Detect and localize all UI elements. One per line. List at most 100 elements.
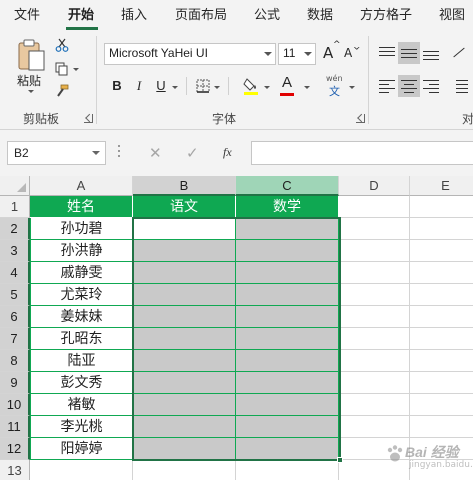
cell-empty[interactable] xyxy=(410,394,473,416)
column-header-e[interactable]: E xyxy=(410,176,473,196)
score-cell[interactable] xyxy=(133,262,236,284)
drag-handle-icon[interactable] xyxy=(118,145,120,161)
score-cell[interactable] xyxy=(236,394,339,416)
column-header-c[interactable]: C xyxy=(236,176,339,196)
score-cell[interactable] xyxy=(133,306,236,328)
shrink-font-button[interactable]: A xyxy=(344,46,352,60)
cell-empty[interactable] xyxy=(410,306,473,328)
row-header-10[interactable]: 10 xyxy=(0,394,30,416)
orientation-button[interactable] xyxy=(448,42,470,64)
cancel-icon[interactable]: ✕ xyxy=(149,144,162,162)
tab-page-layout[interactable]: 页面布局 xyxy=(175,5,227,27)
fill-color-dropdown-icon[interactable] xyxy=(264,86,270,89)
bold-button[interactable]: B xyxy=(106,75,128,97)
italic-button[interactable]: I xyxy=(128,75,150,97)
enter-icon[interactable]: ✓ xyxy=(186,144,199,162)
row-header-7[interactable]: 7 xyxy=(0,328,30,350)
row-header-2[interactable]: 2 xyxy=(0,218,30,240)
underline-button[interactable]: U xyxy=(150,75,172,97)
tab-view[interactable]: 视图 xyxy=(439,5,465,27)
paste-icon[interactable] xyxy=(16,38,48,72)
name-cell[interactable]: 戚静雯 xyxy=(30,262,133,284)
row-header-11[interactable]: 11 xyxy=(0,416,30,438)
decrease-indent-button[interactable] xyxy=(448,75,470,97)
tab-formulas[interactable]: 公式 xyxy=(254,5,280,27)
cell-empty[interactable] xyxy=(410,372,473,394)
chevron-down-icon[interactable] xyxy=(92,151,100,155)
name-box[interactable]: B2 xyxy=(7,141,106,165)
score-cell[interactable] xyxy=(236,350,339,372)
score-cell[interactable] xyxy=(133,416,236,438)
align-right-button[interactable] xyxy=(420,75,442,97)
score-cell[interactable] xyxy=(133,350,236,372)
cell-empty[interactable] xyxy=(339,218,410,240)
score-cell[interactable] xyxy=(133,372,236,394)
borders-icon[interactable] xyxy=(196,79,210,93)
align-left-button[interactable] xyxy=(376,75,398,97)
row-header-13[interactable]: 13 xyxy=(0,460,30,480)
name-cell[interactable]: 孙洪静 xyxy=(30,240,133,262)
column-header-a[interactable]: A xyxy=(30,176,133,196)
header-cell-math[interactable]: 数学 xyxy=(236,196,339,218)
fill-handle[interactable] xyxy=(337,457,343,463)
score-cell[interactable] xyxy=(236,306,339,328)
row-header-12[interactable]: 12 xyxy=(0,438,30,460)
row-header-1[interactable]: 1 xyxy=(0,196,30,218)
align-top-button[interactable] xyxy=(376,42,398,64)
cell-empty[interactable] xyxy=(236,460,339,480)
row-header-8[interactable]: 8 xyxy=(0,350,30,372)
cell-empty[interactable] xyxy=(339,306,410,328)
font-size-dropdown[interactable]: 11 xyxy=(278,43,316,65)
cell-empty[interactable] xyxy=(30,460,133,480)
align-middle-button[interactable] xyxy=(398,42,420,64)
cell-empty[interactable] xyxy=(339,262,410,284)
header-cell-name[interactable]: 姓名 xyxy=(30,196,133,218)
underline-dropdown-icon[interactable] xyxy=(172,86,178,89)
font-color-dropdown-icon[interactable] xyxy=(304,86,310,89)
cell-empty[interactable] xyxy=(410,196,473,218)
cell-empty[interactable] xyxy=(339,372,410,394)
worksheet-grid[interactable]: A B C D E 1 姓名 语文 数学 2 孙功碧 3 孙洪静 4 戚静雯 5… xyxy=(0,176,473,480)
cell-empty[interactable] xyxy=(339,394,410,416)
score-cell[interactable] xyxy=(236,240,339,262)
score-cell[interactable] xyxy=(133,284,236,306)
font-color-button[interactable]: A xyxy=(282,74,292,91)
score-cell[interactable] xyxy=(236,438,339,460)
select-all-button[interactable] xyxy=(0,176,30,196)
tab-home[interactable]: 开始 xyxy=(68,5,94,27)
row-header-5[interactable]: 5 xyxy=(0,284,30,306)
insert-function-button[interactable]: fx xyxy=(223,145,232,160)
name-cell[interactable]: 孔昭东 xyxy=(30,328,133,350)
cell-empty[interactable] xyxy=(339,196,410,218)
score-cell[interactable] xyxy=(236,284,339,306)
phonetic-guide-button[interactable]: 文 xyxy=(329,83,340,99)
column-header-b[interactable]: B xyxy=(133,176,236,196)
score-cell[interactable] xyxy=(133,394,236,416)
row-header-4[interactable]: 4 xyxy=(0,262,30,284)
score-cell[interactable] xyxy=(133,240,236,262)
cell-empty[interactable] xyxy=(410,284,473,306)
row-header-9[interactable]: 9 xyxy=(0,372,30,394)
cell-empty[interactable] xyxy=(410,416,473,438)
cell-empty[interactable] xyxy=(410,262,473,284)
cell-empty[interactable] xyxy=(410,218,473,240)
copy-icon[interactable] xyxy=(55,62,69,76)
tab-data[interactable]: 数据 xyxy=(307,5,333,27)
cell-empty[interactable] xyxy=(339,284,410,306)
align-bottom-button[interactable] xyxy=(420,42,442,64)
paste-dropdown-icon[interactable] xyxy=(28,90,34,93)
tab-fangfang-gezi[interactable]: 方方格子 xyxy=(360,5,412,27)
align-center-button[interactable] xyxy=(398,75,420,97)
font-dialog-launcher-icon[interactable] xyxy=(356,114,365,123)
phonetic-dropdown-icon[interactable] xyxy=(349,86,355,89)
score-cell[interactable] xyxy=(236,262,339,284)
font-family-dropdown[interactable]: Microsoft YaHei UI xyxy=(104,43,276,65)
score-cell[interactable] xyxy=(236,328,339,350)
score-cell[interactable] xyxy=(133,328,236,350)
cell-empty[interactable] xyxy=(410,240,473,262)
cell-empty[interactable] xyxy=(339,328,410,350)
cell-empty[interactable] xyxy=(339,416,410,438)
active-cell[interactable] xyxy=(133,218,236,240)
score-cell[interactable] xyxy=(236,372,339,394)
format-painter-icon[interactable] xyxy=(55,84,69,98)
